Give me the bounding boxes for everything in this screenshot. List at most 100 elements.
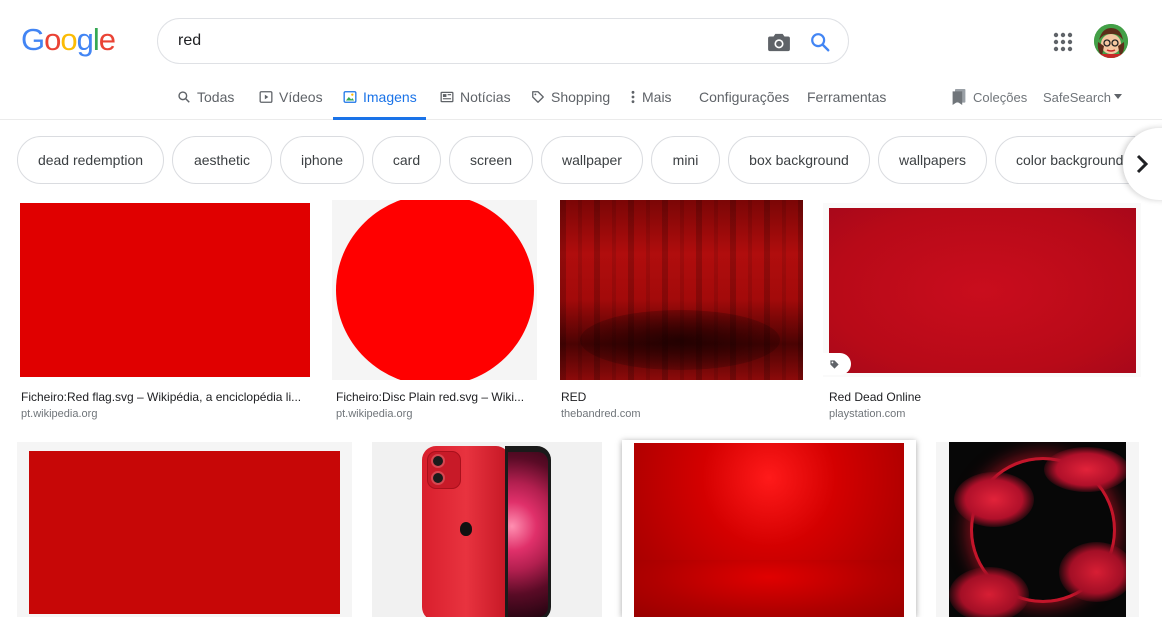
dark-cloud [580,310,780,370]
lens [431,471,445,485]
image-result[interactable] [17,442,352,617]
logo-letter: G [21,22,45,57]
red-cloud [1044,447,1126,492]
image-result[interactable] [622,440,916,617]
image-result[interactable]: Ficheiro:Red flag.svg – Wikipédia, a enc… [20,203,310,423]
news-icon [440,90,454,104]
result-title[interactable]: Ficheiro:Red flag.svg – Wikipédia, a enc… [21,390,311,404]
product-tag-badge [823,353,851,375]
tab-videos[interactable]: Vídeos [259,74,323,120]
tab-label: Vídeos [279,89,323,105]
collections-label: Coleções [973,89,1028,105]
result-source: playstation.com [829,408,906,420]
logo-letter: g [76,22,94,57]
red-cloud [949,567,1029,617]
chip-label: wallpaper [562,152,622,168]
chip[interactable]: wallpapers [878,136,987,184]
chip-label: wallpapers [899,152,966,168]
collections-link[interactable]: Coleções [951,74,1027,120]
search-icon [177,90,191,104]
logo-letter: o [60,22,77,57]
chip[interactable]: screen [449,136,533,184]
image-result[interactable] [372,442,602,617]
chip[interactable]: card [372,136,441,184]
related-chips: dead redemption aesthetic iphone card sc… [0,136,1162,184]
more-vert-icon [630,90,636,104]
search-icon[interactable] [806,29,834,55]
image-result[interactable] [936,442,1139,617]
result-thumbnail[interactable] [823,203,1141,377]
result-thumbnail[interactable] [332,200,537,380]
result-thumbnail[interactable] [372,442,602,617]
result-title[interactable]: Ficheiro:Disc Plain red.svg – Wiki... [336,390,536,404]
lens [431,454,445,468]
logo-letter: o [44,22,61,57]
tab-label: Todas [197,89,235,105]
safesearch-dropdown[interactable]: SafeSearch [1043,74,1122,120]
tab-label: Imagens [363,89,417,105]
chip-label: mini [672,152,699,168]
chip-label: card [392,152,421,168]
result-source: pt.wikipedia.org [21,408,98,420]
tab-news[interactable]: Notícias [440,74,511,120]
red-cloud [1059,542,1126,602]
image-result[interactable]: Ficheiro:Disc Plain red.svg – Wiki... pt… [332,200,537,423]
play-icon [259,90,273,104]
apps-grid-icon[interactable] [1051,30,1075,54]
search-nav: Todas Vídeos Imagens Notícias Shopping M… [0,74,1162,120]
iphone-screen [508,452,548,617]
camera-icon[interactable] [765,29,793,55]
result-thumbnail[interactable] [936,442,1139,617]
chip-label: dead redemption [37,152,144,168]
result-source: thebandred.com [561,408,641,420]
studio-floor [634,560,904,617]
tab-shopping[interactable]: Shopping [531,74,610,120]
result-thumbnail[interactable] [622,440,916,617]
apple-logo [460,522,472,536]
safesearch-label: SafeSearch [1043,89,1111,105]
chip[interactable]: wallpaper [541,136,643,184]
tools-label: Ferramentas [807,89,887,105]
result-title[interactable]: RED [561,390,801,404]
red-paper-image [29,451,340,614]
tag-icon [531,90,545,104]
chip[interactable]: aesthetic [172,136,272,184]
google-logo[interactable]: Google [21,22,116,57]
tab-images[interactable]: Imagens [333,74,426,120]
search-box [157,18,849,64]
tools-link[interactable]: Ferramentas [807,74,886,120]
settings-link[interactable]: Configurações [699,74,789,120]
chip[interactable]: box background [728,136,870,184]
logo-letter: e [98,22,116,57]
result-thumbnail[interactable] [17,442,352,617]
caret-down-icon [1113,94,1122,100]
tab-label: Shopping [551,89,611,105]
chip-label: color background [1016,152,1124,168]
tab-more[interactable]: Mais [630,74,672,120]
chip-label: iphone [300,152,344,168]
red-texture-image [829,208,1136,373]
image-result[interactable]: Red Dead Online playstation.com [823,203,1141,423]
settings-label: Configurações [699,89,790,105]
chip[interactable]: mini [651,136,720,184]
tab-all[interactable]: Todas [177,74,234,120]
search-input[interactable] [178,30,738,52]
chip[interactable]: color background [995,136,1135,184]
bookmark-icon [951,88,967,106]
chip-label: screen [469,152,513,168]
tag-icon [829,359,840,370]
chip[interactable]: iphone [280,136,364,184]
avatar[interactable] [1094,24,1128,58]
chip[interactable]: dead redemption [17,136,164,184]
image-icon [343,90,357,104]
result-title[interactable]: Red Dead Online [829,390,1129,404]
chip-label: box background [749,152,849,168]
result-thumbnail[interactable] [20,203,310,377]
chip-label: aesthetic [193,152,251,168]
result-thumbnail[interactable] [560,200,803,380]
tab-label: Notícias [460,89,511,105]
red-disc-image [336,200,534,380]
image-result[interactable]: RED thebandred.com [560,200,803,423]
red-eclipse-image [949,442,1126,617]
chevron-right-icon [1135,154,1149,174]
